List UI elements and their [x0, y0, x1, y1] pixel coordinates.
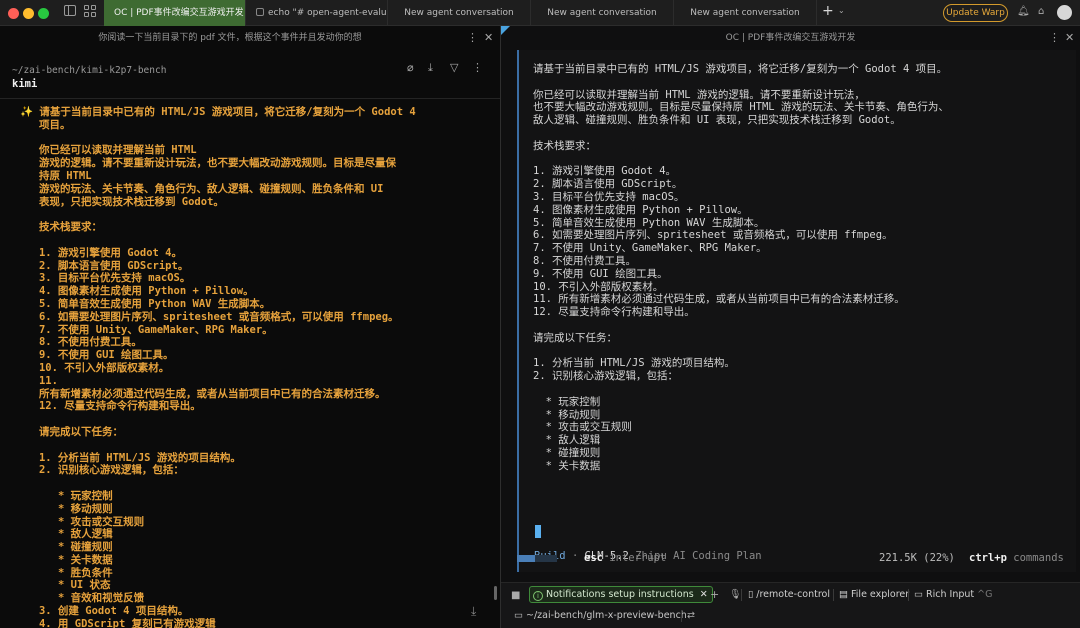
agent-panel: 请基于当前目录中已有的 HTML/JS 游戏项目，将它迁移/复刻为一个 Godo…: [517, 50, 1076, 572]
remote-label: /remote-control: [756, 589, 831, 600]
scrollbar[interactable]: [494, 586, 497, 600]
directory-label: ~/zai-bench/glm-x-preview-bench: [526, 610, 687, 621]
close-pane-icon[interactable]: ✕: [1065, 26, 1074, 50]
agent-output: ✨ 请基于当前目录中已有的 HTML/JS 游戏项目，将它迁移/复刻为一个 Go…: [20, 106, 416, 628]
rich-input-icon: ▭: [914, 589, 923, 600]
right-terminal-pane: OC | PDF事件改编交互游戏开发 ⋮ ✕ 请基于当前目录中已有的 HTML/…: [501, 26, 1080, 628]
filter-icon[interactable]: ▽: [450, 61, 458, 74]
tab-label: OC | PDF事件改编交互游戏开发: [114, 8, 244, 18]
bottom-toolbar: ■ i Notifications setup instructions ✕ + 🎙…: [501, 582, 1080, 628]
interrupt-hint: esc interrupt: [584, 552, 666, 564]
files-label: File explorer: [851, 589, 910, 600]
tab-new-agent-3[interactable]: New agent conversation: [674, 0, 817, 26]
info-icon: i: [533, 591, 543, 601]
rich-input-shortcut: ^G: [977, 589, 993, 600]
divider: [833, 589, 834, 601]
file-explorer-button[interactable]: ▤ File explorer: [839, 587, 909, 603]
terminal-icon: [256, 7, 264, 16]
tab-label: New agent conversation: [547, 8, 657, 18]
pane-title: OC | PDF事件改编交互游戏开发 ⋮ ✕: [501, 26, 1080, 50]
tab-label: New agent conversation: [690, 8, 800, 18]
context-progress: [517, 555, 557, 562]
divider: [741, 589, 742, 601]
more-options-icon[interactable]: ⋮: [1049, 26, 1060, 50]
sidebar-toggle-icon[interactable]: [64, 5, 78, 19]
scroll-to-bottom-icon[interactable]: ⤓: [471, 604, 476, 619]
stop-icon[interactable]: ■: [511, 588, 520, 604]
directory-chip[interactable]: ▭ ~/zai-bench/glm-x-preview-bench: [514, 608, 687, 624]
folder-icon: ▭: [514, 610, 523, 621]
file-icon: ▤: [839, 589, 848, 600]
inbox-icon[interactable]: ⌂: [1038, 6, 1050, 18]
prompt-output: 请基于当前目录中已有的 HTML/JS 游戏项目，将它迁移/复刻为一个 Godo…: [533, 63, 949, 472]
download-icon[interactable]: ⤓: [428, 61, 433, 75]
tab-bar: OC | PDF事件改编交互游戏开发 echo "# open-agent-ev…: [0, 0, 1080, 26]
microphone-icon[interactable]: 🎙︎: [729, 587, 741, 603]
minimize-window-button[interactable]: [23, 8, 34, 19]
divider: [908, 589, 909, 601]
avatar[interactable]: [1057, 5, 1072, 20]
working-directory: ~/zai-bench/kimi-k2p7-bench: [12, 65, 167, 76]
command-text: kimi: [12, 78, 38, 90]
grid-view-icon[interactable]: [84, 5, 98, 19]
zoom-window-button[interactable]: [38, 8, 49, 19]
commands-hint: ctrl+p commands: [969, 552, 1064, 564]
more-options-icon[interactable]: ⋮: [472, 61, 483, 74]
shortcut-action: commands: [1013, 552, 1064, 564]
new-tab-plus-icon[interactable]: +: [822, 3, 834, 19]
input-cursor[interactable]: [535, 525, 541, 538]
more-options-icon[interactable]: ⋮: [467, 26, 478, 50]
left-terminal-pane: 你阅读一下当前目录下的 pdf 文件，根据这个事件并且发动你的想 ⋮ ✕ ~/z…: [0, 26, 500, 628]
remote-control-button[interactable]: ▯ /remote-control: [748, 587, 830, 603]
phone-icon: ▯: [748, 589, 754, 600]
close-window-button[interactable]: [8, 8, 19, 19]
status-bar: esc interrupt 221.5K (22%) ctrl+p comman…: [517, 552, 1072, 566]
attach-icon[interactable]: ⌀: [407, 61, 414, 74]
notifications-setup-chip[interactable]: i Notifications setup instructions ✕: [529, 586, 713, 603]
tab-oc-pdf-game[interactable]: OC | PDF事件改编交互游戏开发: [104, 0, 246, 26]
add-icon[interactable]: +: [710, 587, 719, 603]
chevron-down-icon[interactable]: ⌄: [838, 6, 845, 15]
token-count: 221.5K (22%): [879, 552, 955, 564]
esc-key: esc: [584, 552, 603, 564]
chip-label: Notifications setup instructions: [546, 589, 694, 600]
tab-new-agent-1[interactable]: New agent conversation: [388, 0, 531, 26]
rich-input-button[interactable]: ▭ Rich Input ^G: [914, 587, 992, 603]
bell-icon[interactable]: 🔔︎: [1017, 6, 1030, 18]
shortcut-key: ctrl+p: [969, 552, 1007, 564]
divider: [0, 98, 500, 99]
pane-title-text: OC | PDF事件改编交互游戏开发: [725, 33, 856, 43]
divider: [681, 610, 682, 622]
tab-echo[interactable]: echo "# open-agent-evaluation: [246, 0, 388, 26]
tab-new-agent-2[interactable]: New agent conversation: [531, 0, 674, 26]
tab-label: New agent conversation: [404, 8, 514, 18]
update-warp-button[interactable]: Update Warp: [943, 4, 1008, 22]
close-icon[interactable]: ✕: [700, 589, 708, 600]
close-pane-icon[interactable]: ✕: [484, 26, 493, 50]
pane-title: 你阅读一下当前目录下的 pdf 文件，根据这个事件并且发动你的想 ⋮ ✕: [0, 26, 500, 50]
esc-action: interrupt: [609, 552, 667, 564]
tab-label: echo "# open-agent-evaluation: [268, 8, 387, 18]
swap-icon[interactable]: ⇄: [687, 608, 695, 624]
pane-title-text: 你阅读一下当前目录下的 pdf 文件，根据这个事件并且发动你的想: [98, 33, 362, 43]
rich-input-label: Rich Input: [926, 589, 975, 600]
